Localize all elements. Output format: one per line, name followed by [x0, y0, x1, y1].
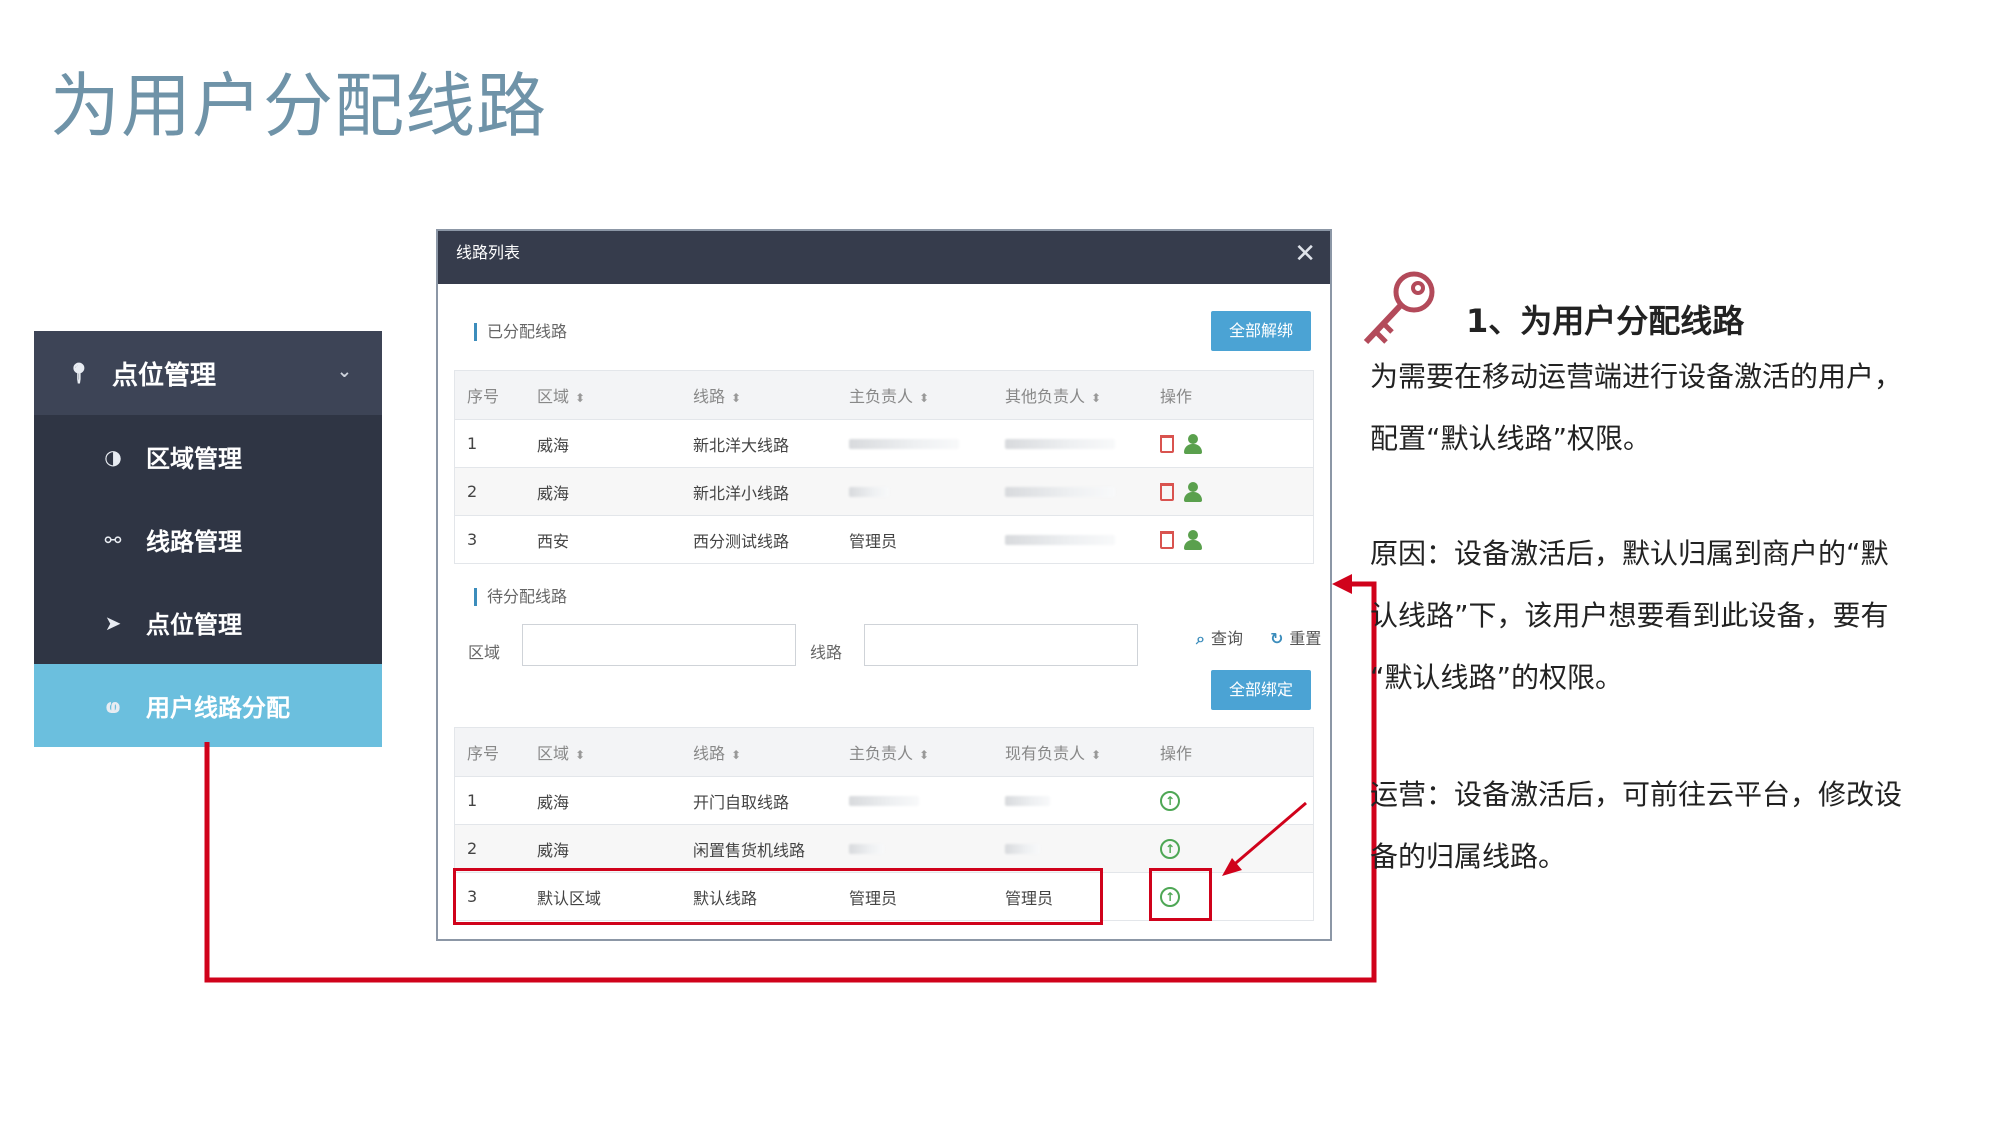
- explain-paragraph-reason: 原因：设备激活后，默认归属到商户的“默 认线路”下，该用户想要看到此设备，要有 …: [1370, 537, 1889, 694]
- step-title: 1、为用户分配线路: [1466, 302, 1745, 340]
- explain-paragraph-1: 为需要在移动运营端进行设备激活的用户， 配置“默认线路”权限。: [1370, 360, 1903, 455]
- explain-paragraph-ops: 运营：设备激活后，可前往云平台，修改设 备的归属线路。: [1370, 778, 1903, 873]
- pointer-line: [1229, 801, 1307, 870]
- arrowhead-left-icon: [1332, 574, 1352, 594]
- key-icon: [1363, 271, 1435, 345]
- connector-line: [204, 581, 1377, 983]
